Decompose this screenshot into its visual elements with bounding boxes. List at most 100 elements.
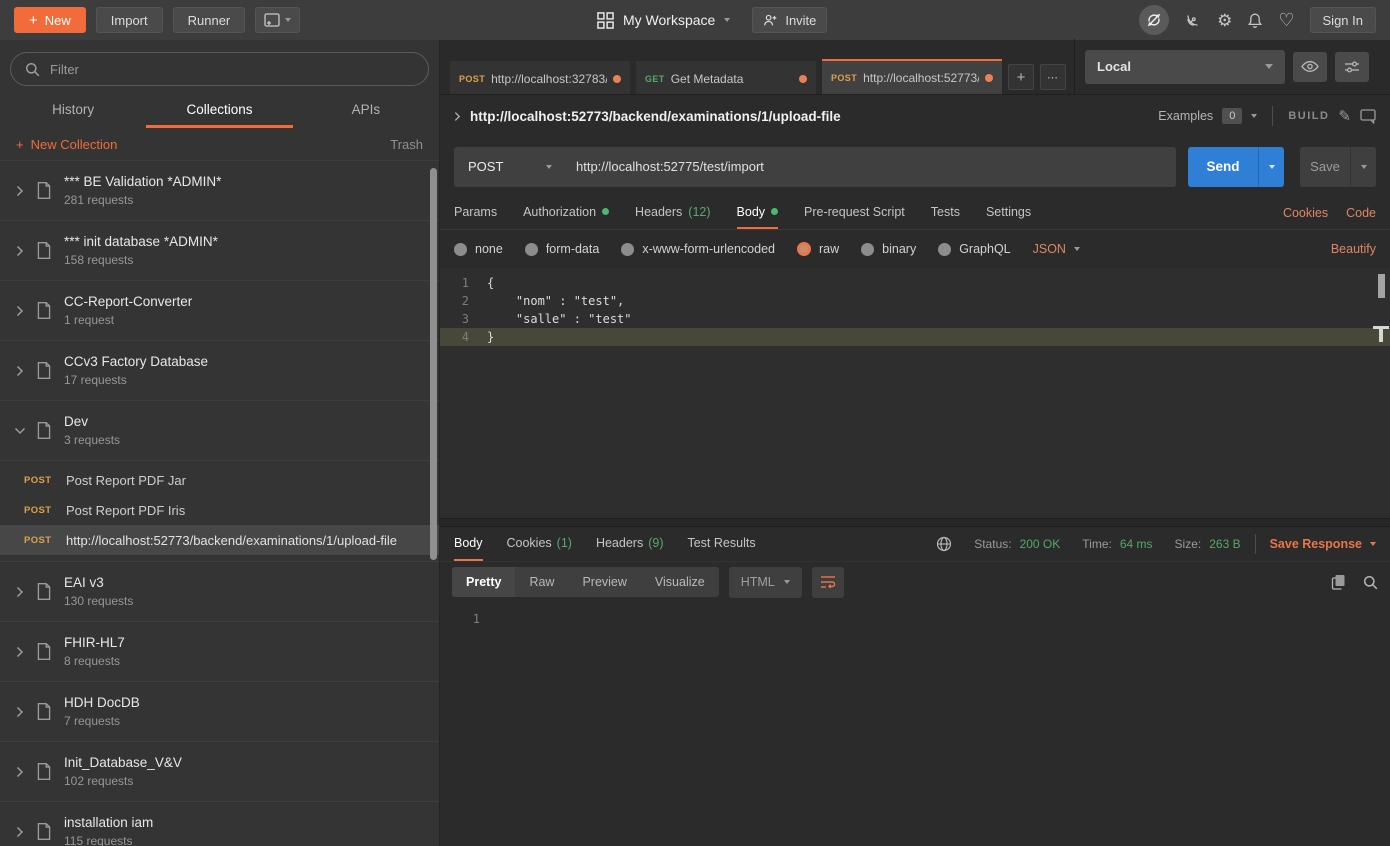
tab-history[interactable]: History: [0, 94, 146, 128]
bodytype-form-data[interactable]: form-data: [525, 242, 600, 256]
request-item[interactable]: POST Post Report PDF Iris: [0, 495, 439, 525]
request-item-selected[interactable]: POST http://localhost:52773/backend/exam…: [0, 525, 439, 555]
response-format-select[interactable]: HTML: [729, 567, 802, 598]
tab-collections[interactable]: Collections: [146, 94, 292, 128]
new-collection-button[interactable]: + New Collection: [16, 137, 117, 152]
view-visualize[interactable]: Visualize: [641, 567, 719, 597]
body-editor[interactable]: 1 { 2 "nom" : "test", 3 "salle" : "test"…: [440, 268, 1390, 518]
bodytype-none[interactable]: none: [454, 242, 503, 256]
response-tab-headers[interactable]: Headers(9): [596, 527, 664, 561]
tab-body[interactable]: Body: [737, 196, 779, 229]
chevron-right-icon: [10, 826, 30, 838]
request-item[interactable]: POST Post Report PDF Jar: [0, 465, 439, 495]
url-input[interactable]: [566, 159, 1176, 174]
favorites-button[interactable]: ♡: [1278, 11, 1294, 29]
chevron-down-icon: [1269, 165, 1275, 169]
bodytype-urlencoded[interactable]: x-www-form-urlencoded: [621, 242, 775, 256]
collection-row[interactable]: installation iam115 requests: [0, 801, 439, 846]
copy-icon[interactable]: [1331, 574, 1346, 590]
open-tab[interactable]: POST http://localhost:32783/...: [450, 61, 630, 94]
chevron-down-icon: [784, 580, 790, 584]
response-tab-body[interactable]: Body: [454, 527, 483, 561]
response-body[interactable]: 1: [440, 602, 1390, 846]
import-button[interactable]: Import: [96, 7, 163, 33]
editor-line: 3 "salle" : "test": [440, 310, 1390, 328]
comment-icon[interactable]: [1360, 109, 1376, 124]
bodytype-raw[interactable]: raw: [797, 242, 839, 256]
send-button[interactable]: Send: [1188, 147, 1258, 187]
sign-in-button[interactable]: Sign In: [1310, 7, 1376, 33]
view-preview-label: Preview: [582, 575, 626, 589]
request-method: POST: [24, 505, 54, 516]
tab-tests-label: Tests: [931, 205, 960, 219]
collection-row[interactable]: Init_Database_V&V102 requests: [0, 741, 439, 801]
new-tab-button[interactable]: +: [1008, 64, 1034, 90]
tab-settings[interactable]: Settings: [986, 196, 1031, 229]
open-tab-active[interactable]: POST http://localhost:52773/...: [822, 59, 1002, 94]
collection-row[interactable]: CC-Report-Converter1 request: [0, 280, 439, 340]
sidebar-scrollbar[interactable]: [430, 168, 437, 560]
cookies-link[interactable]: Cookies: [1283, 206, 1328, 220]
environment-settings-button[interactable]: [1335, 52, 1369, 82]
sync-off-button[interactable]: [1139, 5, 1169, 35]
workspace-switcher[interactable]: My Workspace: [597, 12, 730, 29]
environment-preview-button[interactable]: [1293, 52, 1327, 82]
environment-select[interactable]: Local: [1085, 50, 1285, 84]
send-options-button[interactable]: [1258, 147, 1284, 187]
response-tab-test-results[interactable]: Test Results: [687, 527, 755, 561]
invite-button-label: Invite: [785, 13, 816, 28]
globe-icon[interactable]: [936, 536, 952, 552]
examples-dropdown[interactable]: Examples: [1158, 109, 1213, 123]
capture-requests-button[interactable]: [1184, 11, 1202, 29]
code-link[interactable]: Code: [1346, 206, 1376, 220]
beautify-link[interactable]: Beautify: [1331, 242, 1376, 256]
view-preview[interactable]: Preview: [568, 567, 640, 597]
bodytype-binary[interactable]: binary: [861, 242, 916, 256]
save-button[interactable]: Save: [1300, 147, 1350, 187]
save-options-button[interactable]: [1350, 147, 1376, 187]
collection-row[interactable]: EAI v3130 requests: [0, 561, 439, 621]
tab-prerequest-script[interactable]: Pre-request Script: [804, 196, 905, 229]
settings-button[interactable]: ⚙: [1217, 12, 1232, 29]
collection-count: 3 requests: [64, 433, 120, 447]
editor-line-active: 4 }: [440, 328, 1390, 346]
collection-row[interactable]: FHIR-HL78 requests: [0, 621, 439, 681]
bodytype-graphql[interactable]: GraphQL: [938, 242, 1010, 256]
tab-authorization[interactable]: Authorization: [523, 196, 609, 229]
collection-row[interactable]: HDH DocDB7 requests: [0, 681, 439, 741]
trash-button[interactable]: Trash: [390, 137, 423, 152]
open-tab[interactable]: GET Get Metadata: [636, 61, 816, 94]
editor-scrollbar[interactable]: [1378, 274, 1385, 298]
notifications-button[interactable]: [1247, 12, 1263, 29]
collection-row[interactable]: CCv3 Factory Database17 requests: [0, 340, 439, 400]
collection-count: 1 request: [64, 313, 192, 327]
view-raw[interactable]: Raw: [515, 567, 568, 597]
tab-tests[interactable]: Tests: [931, 196, 960, 229]
wrap-text-button[interactable]: [812, 567, 844, 598]
tab-apis[interactable]: APIs: [293, 94, 439, 128]
invite-button[interactable]: Invite: [752, 7, 827, 33]
save-response-button[interactable]: Save Response: [1270, 537, 1376, 551]
tab-headers[interactable]: Headers(12): [635, 196, 710, 229]
search-icon[interactable]: [1363, 575, 1378, 590]
tab-params[interactable]: Params: [454, 196, 497, 229]
pane-splitter[interactable]: [440, 518, 1390, 527]
collection-row[interactable]: *** BE Validation *ADMIN*281 requests: [0, 160, 439, 220]
collection-row-dev[interactable]: Dev3 requests: [0, 400, 439, 460]
view-pretty[interactable]: Pretty: [452, 567, 515, 597]
more-tabs-button[interactable]: ⋯: [1040, 64, 1066, 90]
response-tab-cookies[interactable]: Cookies(1): [507, 527, 572, 561]
filter-box[interactable]: [10, 52, 429, 86]
method-select[interactable]: POST: [454, 147, 566, 187]
runner-button[interactable]: Runner: [173, 7, 246, 33]
line-content: "salle" : "test": [487, 310, 632, 328]
url-box: POST: [454, 147, 1176, 187]
chevron-right-icon[interactable]: [454, 111, 461, 122]
filter-input[interactable]: [50, 62, 414, 77]
collection-row[interactable]: *** init database *ADMIN*158 requests: [0, 220, 439, 280]
collection-icon: [30, 762, 64, 781]
new-button[interactable]: + New: [14, 7, 86, 33]
new-window-button[interactable]: [255, 7, 300, 33]
language-select[interactable]: JSON: [1033, 242, 1080, 256]
pencil-icon[interactable]: ✎: [1338, 109, 1351, 124]
